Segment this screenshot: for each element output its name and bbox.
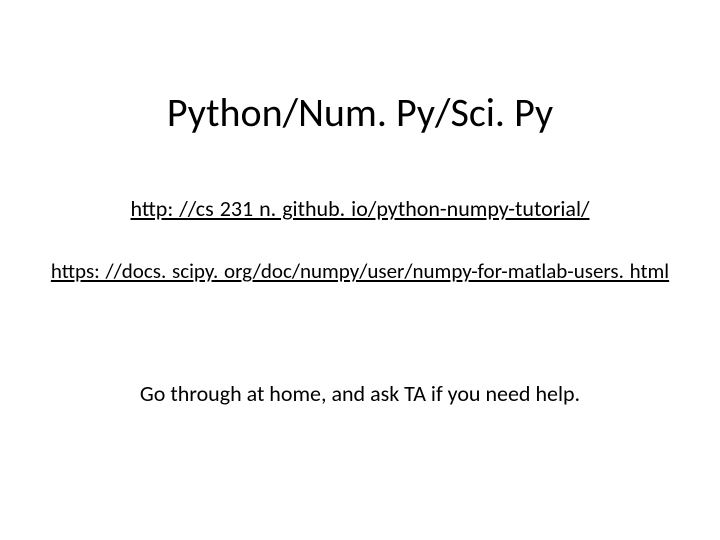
instruction-text: Go through at home, and ask TA if you ne…	[0, 380, 720, 407]
slide: Python/Num. Py/Sci. Py http: //cs 231 n.…	[0, 0, 720, 540]
tutorial-link-2[interactable]: https: //docs. scipy. org/doc/numpy/user…	[0, 258, 720, 284]
slide-title: Python/Num. Py/Sci. Py	[0, 88, 720, 137]
tutorial-link-1[interactable]: http: //cs 231 n. github. io/python-nump…	[0, 195, 720, 222]
